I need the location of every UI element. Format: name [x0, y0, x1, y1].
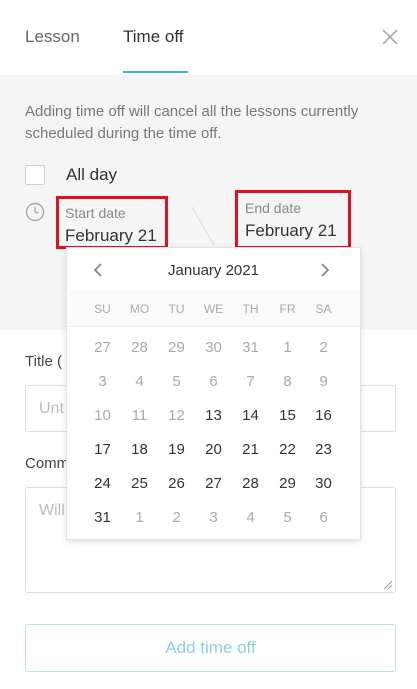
- calendar-day[interactable]: 16: [305, 401, 342, 431]
- calendar-day[interactable]: 23: [305, 435, 342, 465]
- notice-text: Adding time off will cancel all the less…: [25, 103, 359, 142]
- calendar-day[interactable]: 12: [158, 401, 195, 431]
- calendar-day[interactable]: 6: [305, 503, 342, 533]
- weekday-tu: TU: [168, 302, 185, 316]
- calendar-day[interactable]: 1: [269, 333, 306, 363]
- calendar-day[interactable]: 27: [195, 469, 232, 499]
- calendar-day[interactable]: 7: [232, 367, 269, 397]
- calendar-day[interactable]: 27: [84, 333, 121, 363]
- calendar-day[interactable]: 22: [269, 435, 306, 465]
- title-placeholder: Unt: [39, 400, 64, 417]
- calendar-day[interactable]: 14: [232, 401, 269, 431]
- calendar-day[interactable]: 5: [158, 367, 195, 397]
- weekday-mo: MO: [129, 302, 150, 316]
- calendar-day[interactable]: 24: [84, 469, 121, 499]
- title-label: Title (: [25, 353, 62, 370]
- calendar-day[interactable]: 6: [195, 367, 232, 397]
- calendar-day[interactable]: 11: [121, 401, 158, 431]
- weekday-sa: SA: [315, 302, 332, 316]
- end-date-label: End date: [245, 200, 302, 216]
- tab-lesson[interactable]: Lesson: [25, 27, 80, 47]
- calendar-day[interactable]: 3: [195, 503, 232, 533]
- calendar-weekday-row: SU MO TU WE TH FR SA: [67, 291, 360, 327]
- resize-handle-icon[interactable]: [383, 580, 393, 590]
- tab-bar: Lesson Time off: [0, 0, 417, 75]
- weekday-th: TH: [242, 302, 259, 316]
- calendar-day[interactable]: 31: [232, 333, 269, 363]
- calendar-day[interactable]: 10: [84, 401, 121, 431]
- calendar-day[interactable]: 2: [158, 503, 195, 533]
- calendar-day[interactable]: 15: [269, 401, 306, 431]
- calendar-day[interactable]: 8: [269, 367, 306, 397]
- comment-placeholder: Will: [39, 502, 65, 519]
- weekday-fr: FR: [279, 302, 296, 316]
- calendar-day[interactable]: 18: [121, 435, 158, 465]
- add-time-off-button[interactable]: Add time off: [25, 624, 396, 672]
- calendar-day[interactable]: 13: [195, 401, 232, 431]
- weekday-su: SU: [94, 302, 111, 316]
- weekday-we: WE: [203, 302, 224, 316]
- all-day-label: All day: [66, 165, 118, 184]
- close-icon[interactable]: [381, 28, 399, 46]
- calendar-day[interactable]: 17: [84, 435, 121, 465]
- calendar-day[interactable]: 31: [84, 503, 121, 533]
- calendar-day[interactable]: 28: [121, 333, 158, 363]
- all-day-checkbox[interactable]: [25, 165, 45, 185]
- calendar-day[interactable]: 19: [158, 435, 195, 465]
- active-tab-indicator: [123, 71, 188, 73]
- calendar-day[interactable]: 29: [269, 469, 306, 499]
- calendar-day[interactable]: 2: [305, 333, 342, 363]
- calendar-day[interactable]: 21: [232, 435, 269, 465]
- calendar-day[interactable]: 9: [305, 367, 342, 397]
- start-date-value[interactable]: February 21: [65, 226, 157, 246]
- calendar-day[interactable]: 4: [232, 503, 269, 533]
- comment-label: Comm: [25, 455, 70, 472]
- tab-time-off[interactable]: Time off: [123, 27, 183, 47]
- calendar-day[interactable]: 25: [121, 469, 158, 499]
- calendar-header: January 2021: [67, 248, 360, 291]
- calendar-day[interactable]: 30: [195, 333, 232, 363]
- chevron-right-icon[interactable]: [314, 260, 334, 280]
- calendar-day[interactable]: 28: [232, 469, 269, 499]
- end-date-value[interactable]: February 21: [245, 221, 337, 241]
- date-picker-calendar: January 2021 SU MO TU WE TH FR SA 27 28 29 30 31 1 2…: [66, 247, 361, 540]
- calendar-day[interactable]: 3: [84, 367, 121, 397]
- date-range-divider: [191, 206, 215, 245]
- calendar-day[interactable]: 1: [121, 503, 158, 533]
- calendar-day[interactable]: 20: [195, 435, 232, 465]
- calendar-day[interactable]: 4: [121, 367, 158, 397]
- start-date-label: Start date: [65, 205, 126, 221]
- calendar-day[interactable]: 5: [269, 503, 306, 533]
- calendar-day[interactable]: 29: [158, 333, 195, 363]
- calendar-day[interactable]: 26: [158, 469, 195, 499]
- clock-icon: [25, 202, 45, 222]
- calendar-day[interactable]: 30: [305, 469, 342, 499]
